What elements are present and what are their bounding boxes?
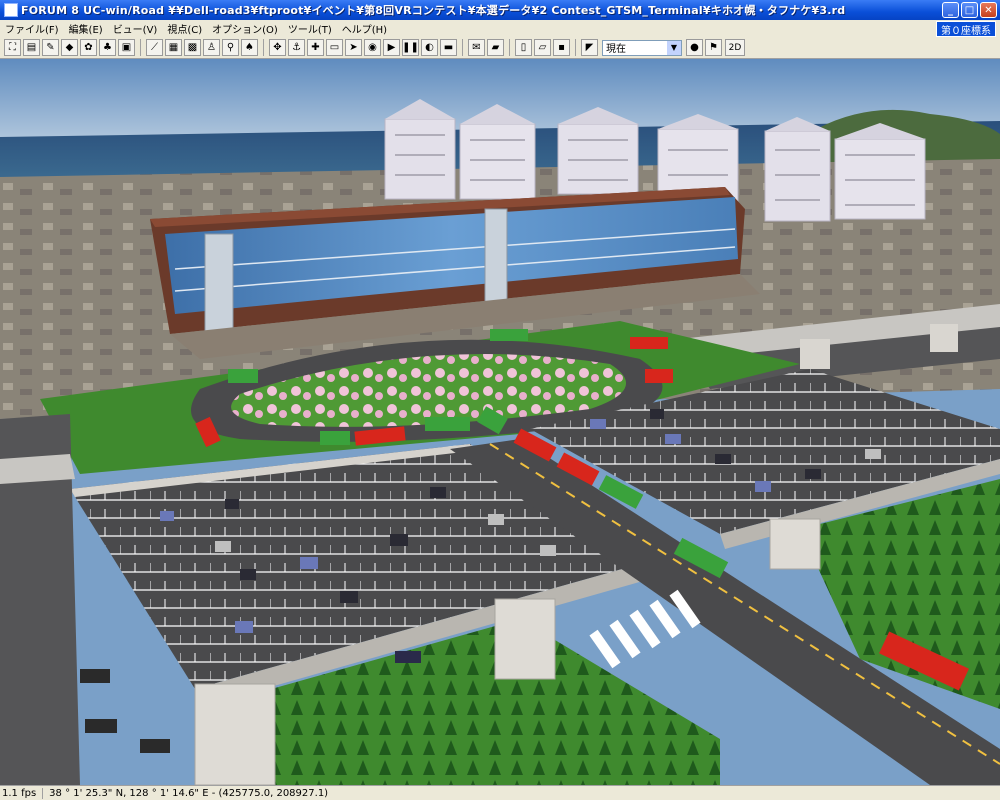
run-icon[interactable]: ▶	[383, 39, 400, 56]
tree-icon[interactable]: ♣	[99, 39, 116, 56]
minimize-button[interactable]: _	[942, 2, 959, 18]
texture-icon[interactable]: ▩	[184, 39, 201, 56]
bridge-pillar	[194, 683, 276, 785]
title-bar: FORUM 8 UC-win/Road ¥¥Dell-road3¥ftproot…	[0, 0, 1000, 20]
menu-viewpoint[interactable]: 視点(C)	[162, 21, 207, 36]
terrain-icon[interactable]: ▤	[23, 39, 40, 56]
plant-icon[interactable]: ♠	[241, 39, 258, 56]
toolbar-separator	[140, 39, 141, 56]
camera-icon[interactable]: ◤	[581, 39, 598, 56]
menu-file[interactable]: ファイル(F)	[0, 21, 64, 36]
anchor-icon[interactable]: ⚓	[288, 39, 305, 56]
coordinate-readout: 38 ° 1' 25.3" N, 128 ° 1' 14.6" E - (425…	[49, 787, 329, 799]
globe-icon[interactable]: ◉	[364, 39, 381, 56]
close-button[interactable]: ✕	[980, 2, 997, 18]
save-icon[interactable]: ▪	[553, 39, 570, 56]
vehicle-icon[interactable]: ▬	[440, 39, 457, 56]
window-title: FORUM 8 UC-win/Road ¥¥Dell-road3¥ftproot…	[21, 4, 846, 17]
edit-icon[interactable]: ✎	[42, 39, 59, 56]
toolbar-separator	[462, 39, 463, 56]
scene-render[interactable]	[0, 59, 1000, 785]
menu-edit[interactable]: 編集(E)	[64, 21, 108, 36]
fps-readout: 1.1 fps	[0, 787, 44, 799]
toolbar: ⛶ ▤ ✎ ◆ ✿ ♣ ▣ ⟋ ▦ ▩ ♙ ⚲ ♠ ✥ ⚓ ✚ ▭ ➤ ◉ ▶ …	[0, 37, 1000, 59]
walk-icon[interactable]: ⚲	[222, 39, 239, 56]
status-bar: 1.1 fps 38 ° 1' 25.3" N, 128 ° 1' 14.6" …	[0, 785, 1000, 800]
person-icon[interactable]: ♙	[203, 39, 220, 56]
car-icon[interactable]: ▭	[326, 39, 343, 56]
crosswalk	[589, 589, 701, 669]
note-icon[interactable]: ✉	[468, 39, 485, 56]
new-road-icon[interactable]: ⛶	[4, 39, 21, 56]
chevron-down-icon: ▼	[667, 40, 681, 55]
mode-2d-button[interactable]: 2D	[725, 39, 745, 56]
grid-icon[interactable]: ▦	[165, 39, 182, 56]
menu-tools[interactable]: ツール(T)	[283, 21, 337, 36]
3d-viewport[interactable]	[0, 59, 1000, 785]
toolbar-separator	[509, 39, 510, 56]
view-select-value: 現在	[606, 44, 626, 55]
pause-icon[interactable]: ❚❚	[402, 39, 419, 56]
book-icon[interactable]: ▰	[487, 39, 504, 56]
toolbar-separator	[575, 39, 576, 56]
menu-bar: ファイル(F) 編集(E) ビュー(V) 視点(C) オプション(O) ツール(…	[0, 20, 1000, 37]
app-icon	[4, 3, 18, 17]
paint-icon[interactable]: ✿	[80, 39, 97, 56]
open-file-icon[interactable]: ▱	[534, 39, 551, 56]
toolbar-separator	[263, 39, 264, 56]
view-select[interactable]: 現在 ▼	[602, 39, 682, 56]
maximize-button[interactable]: □	[961, 2, 978, 18]
flag-icon[interactable]: ⚑	[705, 39, 722, 56]
menu-help[interactable]: ヘルプ(H)	[337, 21, 392, 36]
menu-options[interactable]: オプション(O)	[207, 21, 283, 36]
bridge-pillar	[769, 518, 821, 570]
bridge-pillar	[494, 598, 556, 680]
drive-icon[interactable]: ◐	[421, 39, 438, 56]
scenario-icon[interactable]: ▣	[118, 39, 135, 56]
navigate-icon[interactable]: ✥	[269, 39, 286, 56]
move-icon[interactable]: ✚	[307, 39, 324, 56]
new-file-icon[interactable]: ▯	[515, 39, 532, 56]
record-icon[interactable]: ●	[686, 39, 703, 56]
arrow-icon[interactable]: ➤	[345, 39, 362, 56]
window-controls: _ □ ✕	[942, 2, 997, 18]
line-icon[interactable]: ⟋	[146, 39, 163, 56]
menu-view[interactable]: ビュー(V)	[108, 21, 163, 36]
model-icon[interactable]: ◆	[61, 39, 78, 56]
coordinate-system-badge[interactable]: 第０座標系	[936, 21, 996, 37]
